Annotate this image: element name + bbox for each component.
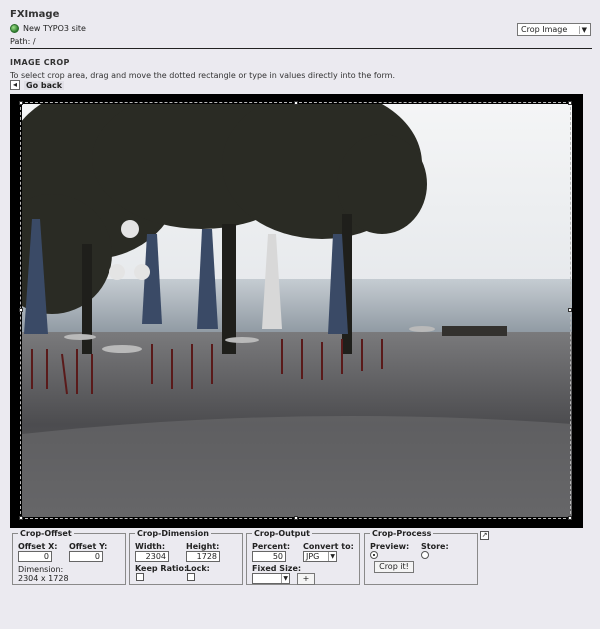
crop-it-button[interactable]: Crop it!	[374, 561, 414, 573]
chevron-down-icon: ▼	[328, 552, 335, 561]
crop-handle-bottom-right[interactable]	[568, 516, 572, 520]
lock-checkbox[interactable]	[187, 573, 195, 581]
crop-handle-top[interactable]	[294, 101, 298, 105]
height-input[interactable]: 1728	[186, 551, 220, 562]
dimension-label: Dimension:	[18, 565, 64, 574]
chevron-down-icon: ▼	[578, 25, 587, 34]
convert-to-label: Convert to:	[303, 542, 354, 551]
mode-select-value: Crop Image	[521, 25, 568, 34]
crop-process-panel: Crop-Process Preview: Store: Crop it!	[364, 529, 478, 585]
crop-offset-legend: Crop-Offset	[18, 529, 74, 538]
crop-handle-top-right[interactable]	[568, 101, 572, 105]
keep-ratio-checkbox[interactable]	[136, 573, 144, 581]
crop-handle-left[interactable]	[19, 308, 23, 312]
width-label: Width:	[135, 542, 166, 551]
crop-handle-top-left[interactable]	[19, 101, 23, 105]
path-label: Path: /	[10, 37, 36, 46]
offset-y-label: Offset Y:	[69, 542, 108, 551]
width-input[interactable]: 2304	[135, 551, 169, 562]
globe-icon	[10, 24, 19, 33]
crop-selection-rectangle[interactable]	[19, 101, 572, 520]
keep-ratio-label: Keep Ratio:	[135, 564, 188, 573]
crop-handle-bottom[interactable]	[294, 516, 298, 520]
site-row: New TYPO3 site	[10, 24, 86, 33]
fixed-size-select[interactable]: ▼	[252, 573, 290, 584]
fixed-size-label: Fixed Size:	[252, 564, 302, 573]
crop-output-legend: Crop-Output	[252, 529, 312, 538]
crop-process-legend: Crop-Process	[370, 529, 434, 538]
app-title: FXImage	[10, 9, 60, 20]
site-name: New TYPO3 site	[23, 24, 86, 33]
chevron-down-icon: ▼	[281, 574, 288, 583]
dimension-value: 2304 x 1728	[18, 574, 69, 583]
add-size-button[interactable]: +	[297, 573, 315, 585]
go-back-label: Go back	[24, 80, 65, 90]
store-label: Store:	[421, 542, 449, 551]
store-radio[interactable]	[421, 551, 429, 559]
offset-y-input[interactable]: 0	[69, 551, 103, 562]
offset-x-label: Offset X:	[18, 542, 58, 551]
height-label: Height:	[186, 542, 220, 551]
section-title: IMAGE CROP	[10, 58, 70, 67]
percent-input[interactable]: 50	[252, 551, 286, 562]
preview-radio[interactable]	[370, 551, 378, 559]
crop-offset-panel: Crop-Offset Offset X: Offset Y: 0 0 Dime…	[12, 529, 126, 585]
lock-label: Lock:	[186, 564, 210, 573]
go-back-link[interactable]: ◂ Go back	[10, 80, 65, 90]
expand-icon[interactable]: ↗	[480, 531, 489, 540]
crop-handle-bottom-left[interactable]	[19, 516, 23, 520]
instructions: To select crop area, drag and move the d…	[10, 71, 396, 80]
convert-to-select[interactable]: JPG ▼	[303, 551, 337, 562]
crop-dimension-panel: Crop-Dimension Width: Height: 2304 1728 …	[129, 529, 243, 585]
crop-output-panel: Crop-Output Percent: Convert to: 50 JPG …	[246, 529, 360, 585]
crop-dimension-legend: Crop-Dimension	[135, 529, 211, 538]
mode-select[interactable]: Crop Image ▼	[517, 23, 591, 36]
preview-label: Preview:	[370, 542, 410, 551]
header-divider	[10, 48, 592, 49]
convert-to-value: JPG	[306, 552, 320, 561]
percent-label: Percent:	[252, 542, 291, 551]
back-arrow-icon: ◂	[10, 80, 20, 90]
offset-x-input[interactable]: 0	[18, 551, 52, 562]
crop-handle-right[interactable]	[568, 308, 572, 312]
